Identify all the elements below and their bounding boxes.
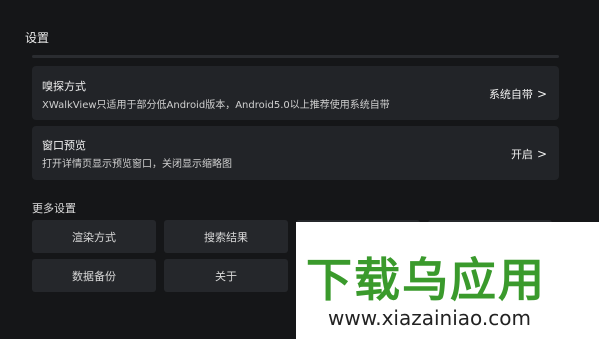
more-settings-title: 更多设置 [32,202,76,215]
render-mode-button[interactable]: 渲染方式 [32,220,156,253]
about-button[interactable]: 关于 [164,259,288,292]
setting-description: 打开详情页显示预览窗口，关闭显示缩略图 [42,159,232,170]
setting-value: 开启 > [511,146,547,162]
watermark-url: www.xiazainiao.com [328,306,531,330]
setting-value-text: 系统自带 [488,88,533,101]
chevron-right-icon: > [536,87,547,101]
data-backup-button[interactable]: 数据备份 [32,259,156,292]
header-divider [32,55,559,58]
setting-title: 窗口预览 [42,139,86,152]
search-results-button[interactable]: 搜索结果 [164,220,288,253]
setting-description: XWalkView只适用于部分低Android版本，Android5.0以上推荐… [42,100,390,111]
page-title: 设置 [25,31,50,45]
chevron-right-icon: > [536,147,547,161]
setting-sniff-mode[interactable]: 嗅探方式 XWalkView只适用于部分低Android版本，Android5.… [32,66,559,120]
setting-value-text: 开启 [510,148,533,161]
setting-window-preview[interactable]: 窗口预览 打开详情页显示预览窗口，关闭显示缩略图 开启 > [32,126,559,180]
watermark-logo: 下载乌应用 [306,253,546,307]
setting-title: 嗅探方式 [42,80,86,93]
watermark-overlay: 下载乌应用 www.xiazainiao.com [296,222,599,339]
setting-value: 系统自带 > [489,86,547,102]
